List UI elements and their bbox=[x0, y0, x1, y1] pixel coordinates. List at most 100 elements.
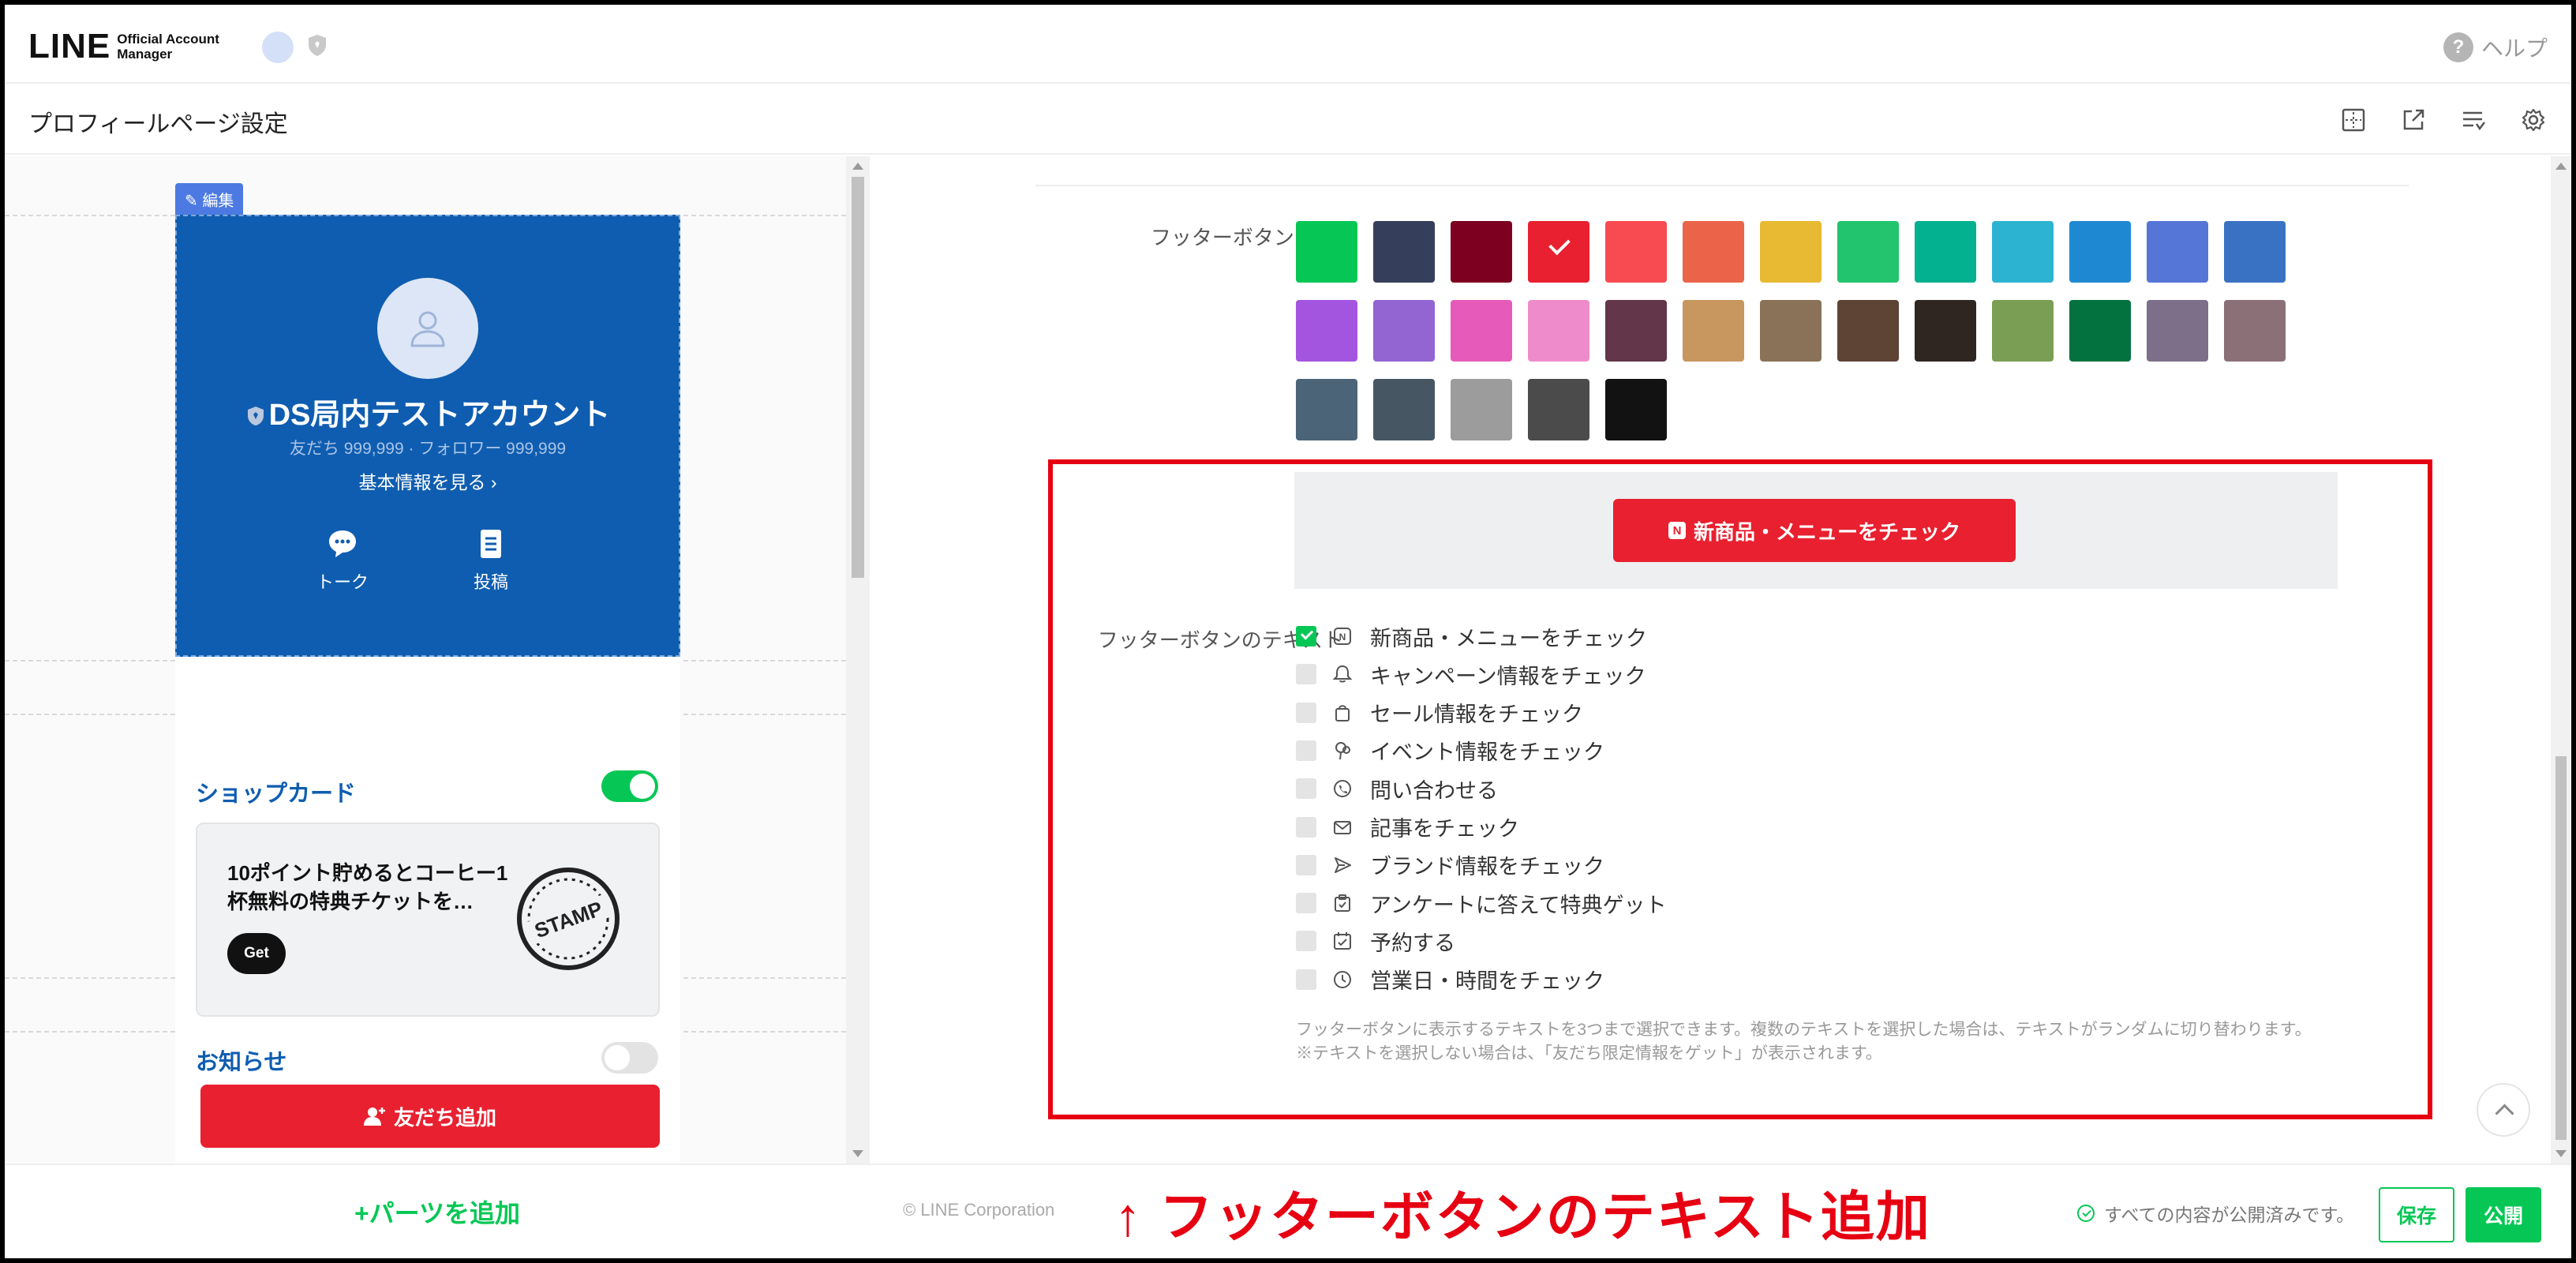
scroll-up-arrow[interactable] bbox=[2555, 163, 2567, 170]
gear-icon[interactable] bbox=[2521, 107, 2546, 133]
color-swatch[interactable] bbox=[1528, 221, 1589, 283]
color-swatch[interactable] bbox=[1683, 221, 1744, 283]
color-swatch[interactable] bbox=[1992, 300, 2054, 362]
shield-badge-icon bbox=[309, 35, 326, 56]
color-swatch[interactable] bbox=[1605, 379, 1667, 440]
add-person-icon bbox=[363, 1107, 385, 1126]
color-swatch[interactable] bbox=[1296, 379, 1357, 440]
bottom-bar: © LINE Corporation ↑ フッターボタンのテキスト追加 すべての… bbox=[870, 1164, 2571, 1258]
scroll-thumb[interactable] bbox=[2555, 756, 2567, 1140]
stamp-icon: STAMP bbox=[517, 868, 620, 970]
question-circle-icon: ? bbox=[2443, 32, 2473, 62]
talk-action[interactable]: トーク bbox=[295, 527, 390, 594]
profile-name: DS局内テストアカウント bbox=[177, 390, 679, 433]
color-swatch[interactable] bbox=[2224, 221, 2286, 283]
talk-label: トーク bbox=[316, 572, 369, 592]
profile-avatar bbox=[377, 278, 478, 379]
title-bar: プロフィールページ設定 bbox=[5, 84, 2571, 155]
color-swatch[interactable] bbox=[1373, 379, 1435, 440]
color-swatch[interactable] bbox=[2069, 300, 2131, 362]
news-toggle[interactable] bbox=[601, 1042, 658, 1074]
shopcard-toggle[interactable] bbox=[601, 770, 658, 802]
toolbar bbox=[2341, 107, 2546, 133]
color-swatch[interactable] bbox=[1451, 379, 1512, 440]
get-button[interactable]: Get bbox=[227, 933, 286, 974]
publish-status: すべての内容が公開済みです。 bbox=[2077, 1200, 2354, 1227]
logo-subtitle-line-1: Official Account bbox=[117, 32, 219, 47]
color-swatch[interactable] bbox=[1451, 221, 1512, 283]
color-swatch[interactable] bbox=[2147, 300, 2208, 362]
section-divider bbox=[1035, 185, 2409, 186]
color-swatch[interactable] bbox=[1528, 379, 1589, 440]
publish-status-text: すべての内容が公開済みです。 bbox=[2104, 1205, 2355, 1225]
scroll-down-arrow[interactable] bbox=[852, 1150, 863, 1157]
shopcard-description: 10ポイント貯めるとコーヒー1杯無料の特典チケットを… bbox=[227, 861, 508, 913]
top-header: LINE Official Account Manager ? ヘルプ bbox=[5, 5, 2571, 84]
shopcard-card[interactable]: 10ポイント貯めるとコーヒー1杯無料の特典チケットを… Get STAMP bbox=[196, 823, 660, 1017]
color-swatch[interactable] bbox=[1915, 300, 1976, 362]
post-action[interactable]: 投稿 bbox=[444, 527, 538, 594]
person-icon bbox=[410, 311, 445, 347]
color-swatch[interactable] bbox=[1760, 221, 1822, 283]
color-swatch[interactable] bbox=[1992, 221, 2054, 283]
color-swatch[interactable] bbox=[1683, 300, 1744, 362]
profile-info-link[interactable]: 基本情報を見る › bbox=[177, 467, 679, 494]
add-friend-label: 友だち追加 bbox=[393, 1105, 496, 1130]
page-title: プロフィールページ設定 bbox=[28, 111, 288, 137]
color-swatch[interactable] bbox=[1915, 221, 1976, 283]
color-swatch[interactable] bbox=[1605, 300, 1667, 362]
settings-scrollbar[interactable] bbox=[2551, 156, 2571, 1164]
profile-name-text: DS局内テストアカウント bbox=[268, 399, 611, 432]
color-swatch[interactable] bbox=[1373, 300, 1435, 362]
color-swatch[interactable] bbox=[1451, 300, 1512, 362]
external-link-icon[interactable] bbox=[2401, 107, 2426, 133]
color-swatch[interactable] bbox=[1528, 300, 1589, 362]
grid-icon[interactable] bbox=[2341, 107, 2366, 133]
color-swatch[interactable] bbox=[1837, 300, 1899, 362]
logo-subtitle: Official Account Manager bbox=[117, 32, 219, 62]
color-swatch[interactable] bbox=[2224, 300, 2286, 362]
preview-scrollbar[interactable] bbox=[846, 156, 870, 1164]
add-friend-button[interactable]: 友だち追加 bbox=[200, 1085, 660, 1148]
edit-tag[interactable]: ✎ 編集 bbox=[175, 183, 244, 215]
color-swatch[interactable] bbox=[1373, 221, 1435, 283]
scroll-up-arrow[interactable] bbox=[852, 163, 863, 170]
news-title: お知らせ bbox=[196, 1050, 287, 1075]
profile-stats: 友だち 999,999 · フォロワー 999,999 bbox=[289, 440, 567, 458]
scroll-thumb[interactable] bbox=[852, 177, 864, 578]
color-swatch[interactable] bbox=[2069, 221, 2131, 283]
profile-section[interactable]: DS局内テストアカウント 友だち 999,999 · フォロワー 999,999… bbox=[175, 215, 680, 657]
account-avatar[interactable] bbox=[262, 32, 294, 63]
app-window: LINE Official Account Manager ? ヘルプ プロフィ… bbox=[5, 5, 2571, 1258]
color-swatch[interactable] bbox=[1296, 221, 1357, 283]
edit-tag-label: 編集 bbox=[202, 193, 234, 210]
publish-button[interactable]: 公開 bbox=[2466, 1187, 2541, 1242]
list-settings-icon[interactable] bbox=[2461, 107, 2486, 133]
scroll-down-arrow[interactable] bbox=[2555, 1150, 2567, 1157]
line-logo[interactable]: LINE Official Account Manager bbox=[28, 27, 219, 66]
shield-badge-icon bbox=[247, 407, 264, 425]
post-icon bbox=[481, 530, 501, 558]
help-link[interactable]: ? ヘルプ bbox=[2443, 32, 2548, 63]
scroll-to-top-button[interactable] bbox=[2477, 1083, 2530, 1137]
color-swatch[interactable] bbox=[2147, 221, 2208, 283]
color-swatch[interactable] bbox=[1760, 300, 1822, 362]
post-label: 投稿 bbox=[473, 572, 508, 592]
shopcard-title: ショップカード bbox=[196, 781, 357, 807]
highlight-box bbox=[1048, 459, 2432, 1119]
copyright: © LINE Corporation bbox=[903, 1200, 1055, 1220]
annotation-text: ↑ フッターボタンのテキスト追加 bbox=[1114, 1187, 1931, 1247]
color-swatch[interactable] bbox=[1605, 221, 1667, 283]
save-button[interactable]: 保存 bbox=[2379, 1187, 2454, 1242]
color-swatch[interactable] bbox=[1837, 221, 1899, 283]
settings-pane: フッターボタンの色* N 新商品・メニューをチェック フッターボタンのテキスト … bbox=[870, 156, 2551, 1164]
add-parts-button[interactable]: +パーツを追加 bbox=[5, 1164, 870, 1258]
logo-subtitle-line-2: Manager bbox=[117, 47, 173, 62]
check-circle-icon bbox=[2077, 1205, 2095, 1222]
help-label: ヘルプ bbox=[2481, 36, 2548, 61]
logo-wordmark: LINE bbox=[28, 27, 111, 66]
preview-pane: ✎ 編集 DS局内テストアカウント 友だち 999,999 · フォロワー 99… bbox=[5, 156, 846, 1164]
chat-icon bbox=[329, 530, 356, 557]
stamp-text: STAMP bbox=[531, 897, 605, 943]
color-swatch[interactable] bbox=[1296, 300, 1357, 362]
